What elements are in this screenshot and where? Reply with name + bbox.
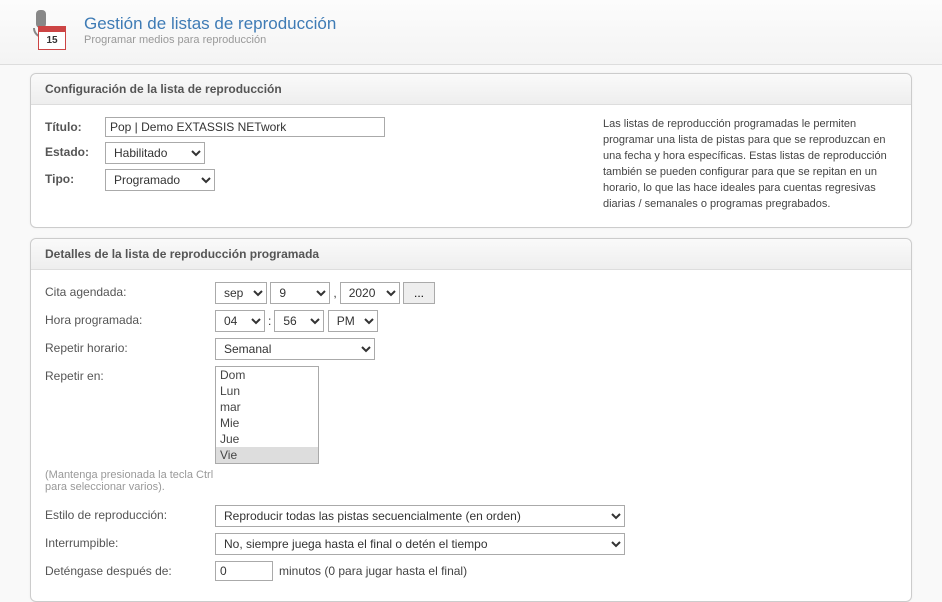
repeat-schedule-label: Repetir horario: — [45, 338, 215, 355]
day-option[interactable]: Lun — [216, 383, 318, 399]
ampm-select[interactable]: PM — [328, 310, 378, 332]
repeat-on-label: Repetir en: — [45, 366, 215, 383]
scheduled-date-label: Cita agendada: — [45, 282, 215, 299]
repeat-on-days-list[interactable]: DomLunmarMieJueVieSe sentó — [215, 366, 319, 464]
day-option[interactable]: Mie — [216, 415, 318, 431]
minute-select[interactable]: 56 — [274, 310, 324, 332]
day-option[interactable]: Vie — [216, 447, 318, 463]
panel-heading-schedule: Detalles de la lista de reproducción pro… — [31, 239, 911, 270]
state-label: Estado: — [45, 142, 105, 159]
page-subtitle: Programar medios para reproducción — [84, 34, 336, 46]
hour-select[interactable]: 04 — [215, 310, 265, 332]
month-select[interactable]: sep — [215, 282, 267, 304]
day-option[interactable]: Dom — [216, 367, 318, 383]
day-option[interactable]: mar — [216, 399, 318, 415]
scheduled-time-label: Hora programada: — [45, 310, 215, 327]
time-colon: : — [265, 314, 274, 328]
panel-heading-config: Configuración de la lista de reproducció… — [31, 74, 911, 105]
type-select[interactable]: Programado — [105, 169, 215, 191]
day-select[interactable]: 9 — [270, 282, 330, 304]
interruptible-select[interactable]: No, siempre juega hasta el final o detén… — [215, 533, 625, 555]
config-form: Título: Estado: Habilitado Tipo: Program… — [45, 117, 587, 213]
stop-after-input[interactable] — [215, 561, 273, 581]
header-text: Gestión de listas de reproducción Progra… — [84, 14, 336, 46]
stop-after-label: Deténgase después de: — [45, 561, 215, 578]
title-label: Título: — [45, 117, 105, 134]
year-select[interactable]: 2020 — [340, 282, 400, 304]
day-option[interactable]: Se sentó — [216, 463, 318, 464]
play-style-select[interactable]: Reproducir todas las pistas secuencialme… — [215, 505, 625, 527]
microphone-calendar-icon: 15 — [30, 10, 70, 50]
date-comma: , — [330, 286, 339, 300]
state-select[interactable]: Habilitado — [105, 142, 205, 164]
stop-after-suffix: minutos (0 para jugar hasta el final) — [279, 561, 467, 578]
panel-playlist-config: Configuración de la lista de reproducció… — [30, 73, 912, 228]
repeat-schedule-select[interactable]: Semanal — [215, 338, 375, 360]
page-header: 15 Gestión de listas de reproducción Pro… — [0, 0, 942, 65]
date-picker-button[interactable]: ... — [403, 282, 435, 304]
type-label: Tipo: — [45, 169, 105, 186]
day-option[interactable]: Jue — [216, 431, 318, 447]
interruptible-label: Interrumpible: — [45, 533, 215, 550]
play-style-label: Estilo de reproducción: — [45, 505, 215, 522]
title-input[interactable] — [105, 117, 385, 137]
config-help-text: Las listas de reproducción programadas l… — [587, 117, 897, 213]
page-title: Gestión de listas de reproducción — [84, 14, 336, 34]
panel-schedule-details: Detalles de la lista de reproducción pro… — [30, 238, 912, 602]
repeat-on-hint: (Mantenga presionada la tecla Ctrl para … — [45, 466, 215, 493]
